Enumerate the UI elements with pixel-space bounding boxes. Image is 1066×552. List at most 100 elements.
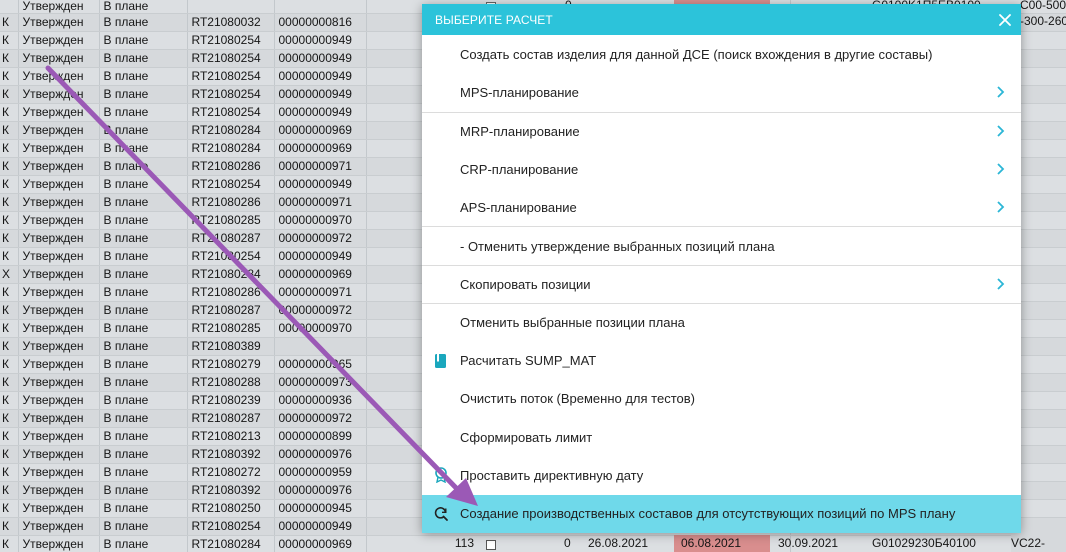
code-cell: VC22-500-40 [1011, 535, 1066, 552]
right-cell: -300-260 [1020, 14, 1066, 28]
table-cell: RT21080284 [187, 535, 275, 552]
menu-item-label: Очистить поток (Временно для тестов) [460, 391, 695, 407]
right-edge-column: C00-500-300 -300-260-500-80-500-80-500-8… [1020, 0, 1066, 30]
menu-item-label: Создать состав изделия для данной ДСЕ (п… [460, 46, 933, 62]
table-cell: RT21080213 [187, 427, 275, 446]
menu-item-create-production-structures[interactable]: Создание производственных составов для о… [422, 494, 1021, 533]
table-cell: RT21080286 [187, 157, 275, 176]
table-cell: RT21080254 [187, 85, 275, 104]
table-cell: RT21080392 [187, 481, 275, 500]
menu-item-label: MRP-планирование [460, 123, 580, 139]
table-cell: В плане [99, 391, 188, 410]
chevron-right-icon [997, 201, 1005, 213]
table-cell: 00000000949 [274, 517, 367, 536]
table-cell: К [0, 211, 19, 230]
menu-item-mps-planning[interactable]: MPS-планирование [422, 73, 1021, 111]
table-cell: RT21080032 [187, 13, 275, 32]
table-cell: В плане [99, 463, 188, 482]
table-cell: К [0, 229, 19, 248]
table-cell: В плане [99, 283, 188, 302]
table-cell [0, 0, 19, 14]
menu-item-crp-planning[interactable]: CRP-планирование [422, 150, 1021, 188]
table-cell: Утвержден [18, 355, 100, 374]
table-cell: 00000000972 [274, 409, 367, 428]
table-cell: 00000000945 [274, 499, 367, 518]
table-cell: RT21080254 [187, 49, 275, 68]
table-cell: К [0, 499, 19, 518]
table-cell: К [0, 319, 19, 338]
table-cell: К [0, 103, 19, 122]
close-icon[interactable] [997, 12, 1013, 28]
table-cell: 00000000973 [274, 373, 367, 392]
menu-item-label: Расчитать SUMP_MAT [460, 353, 597, 369]
table-cell: В плане [99, 121, 188, 140]
menu-item-cancel-approval[interactable]: - Отменить утверждение выбранных позиций… [422, 226, 1021, 264]
menu-item-copy-positions[interactable]: Скопировать позиции [422, 264, 1021, 303]
table-cell: Утвержден [18, 13, 100, 32]
table-cell: Утвержден [18, 139, 100, 158]
table-cell: RT21080287 [187, 409, 275, 428]
table-cell: 00000000972 [274, 229, 367, 248]
menu-item-form-limit[interactable]: Сформировать лимит [422, 418, 1021, 456]
row-checkbox[interactable] [486, 540, 496, 550]
table-cell: 00000000965 [274, 355, 367, 374]
table-cell: К [0, 445, 19, 464]
table-cell: RT21080250 [187, 499, 275, 518]
table-cell: RT21080254 [187, 67, 275, 86]
chevron-right-icon [997, 86, 1005, 99]
table-cell: К [0, 463, 19, 482]
book-icon [435, 353, 446, 368]
table-cell: В плане [99, 481, 188, 500]
table-cell: К [0, 517, 19, 536]
menu-item-cancel-positions[interactable]: Отменить выбранные позиции плана [422, 303, 1021, 341]
table-cell: 00000000969 [274, 265, 367, 284]
table-cell: RT21080287 [187, 301, 275, 320]
table-cell: В плане [99, 265, 188, 284]
table-cell: В плане [99, 427, 188, 446]
dialog-title: ВЫБЕРИТЕ РАСЧЕТ [435, 12, 553, 27]
badge-icon [435, 467, 447, 484]
menu-item-label: Сформировать лимит [460, 429, 593, 445]
table-cell: RT21080254 [187, 175, 275, 194]
menu-item-clear-stream[interactable]: Очистить поток (Временно для тестов) [422, 380, 1021, 418]
table-cell: Утвержден [18, 301, 100, 320]
table-cell: К [0, 247, 19, 266]
table-cell: 00000000971 [274, 157, 367, 176]
table-cell: В плане [99, 247, 188, 266]
table-cell: В плане [99, 13, 188, 32]
menu-item-mrp-planning[interactable]: MRP-планирование [422, 111, 1021, 150]
table-cell: В плане [99, 175, 188, 194]
table-cell: 00000000969 [274, 121, 367, 140]
table-cell: 00000000972 [274, 301, 367, 320]
table-cell: К [0, 175, 19, 194]
table-cell: В плане [99, 499, 188, 518]
menu-item-label: - Отменить утверждение выбранных позиций… [460, 238, 775, 254]
table-cell: RT21080389 [187, 337, 275, 356]
table-cell: RT21080239 [187, 391, 275, 410]
table-cell: Утвержден [18, 0, 100, 14]
table-cell: Утвержден [18, 247, 100, 266]
date-cell: 26.08.2021 [588, 536, 649, 550]
table-cell: Утвержден [18, 265, 100, 284]
menu-item-create-product-structure[interactable]: Создать состав изделия для данной ДСЕ (п… [422, 35, 1021, 73]
table-cell: Утвержден [18, 103, 100, 122]
calculation-menu: Создать состав изделия для данной ДСЕ (п… [422, 35, 1021, 533]
table-cell: Утвержден [18, 391, 100, 410]
table-cell: RT21080272 [187, 463, 275, 482]
table-cell: 00000000969 [274, 535, 367, 552]
table-cell: Утвержден [18, 427, 100, 446]
table-cell: К [0, 427, 19, 446]
table-cell: Утвержден [18, 409, 100, 428]
table-cell: К [0, 409, 19, 428]
table-cell: В плане [99, 85, 188, 104]
menu-item-calc-sump-mat[interactable]: Расчитать SUMP_MAT [422, 341, 1021, 379]
table-cell: 00000000949 [274, 49, 367, 68]
table-cell: RT21080284 [187, 265, 275, 284]
menu-item-set-directive-date[interactable]: Проставить директивную дату [422, 456, 1021, 494]
menu-item-aps-planning[interactable]: APS-планирование [422, 188, 1021, 226]
table-cell: Утвержден [18, 463, 100, 482]
dialog-header: ВЫБЕРИТЕ РАСЧЕТ [422, 4, 1021, 35]
table-cell: 00000000949 [274, 175, 367, 194]
table-cell: RT21080254 [187, 31, 275, 50]
table-cell: RT21080286 [187, 283, 275, 302]
